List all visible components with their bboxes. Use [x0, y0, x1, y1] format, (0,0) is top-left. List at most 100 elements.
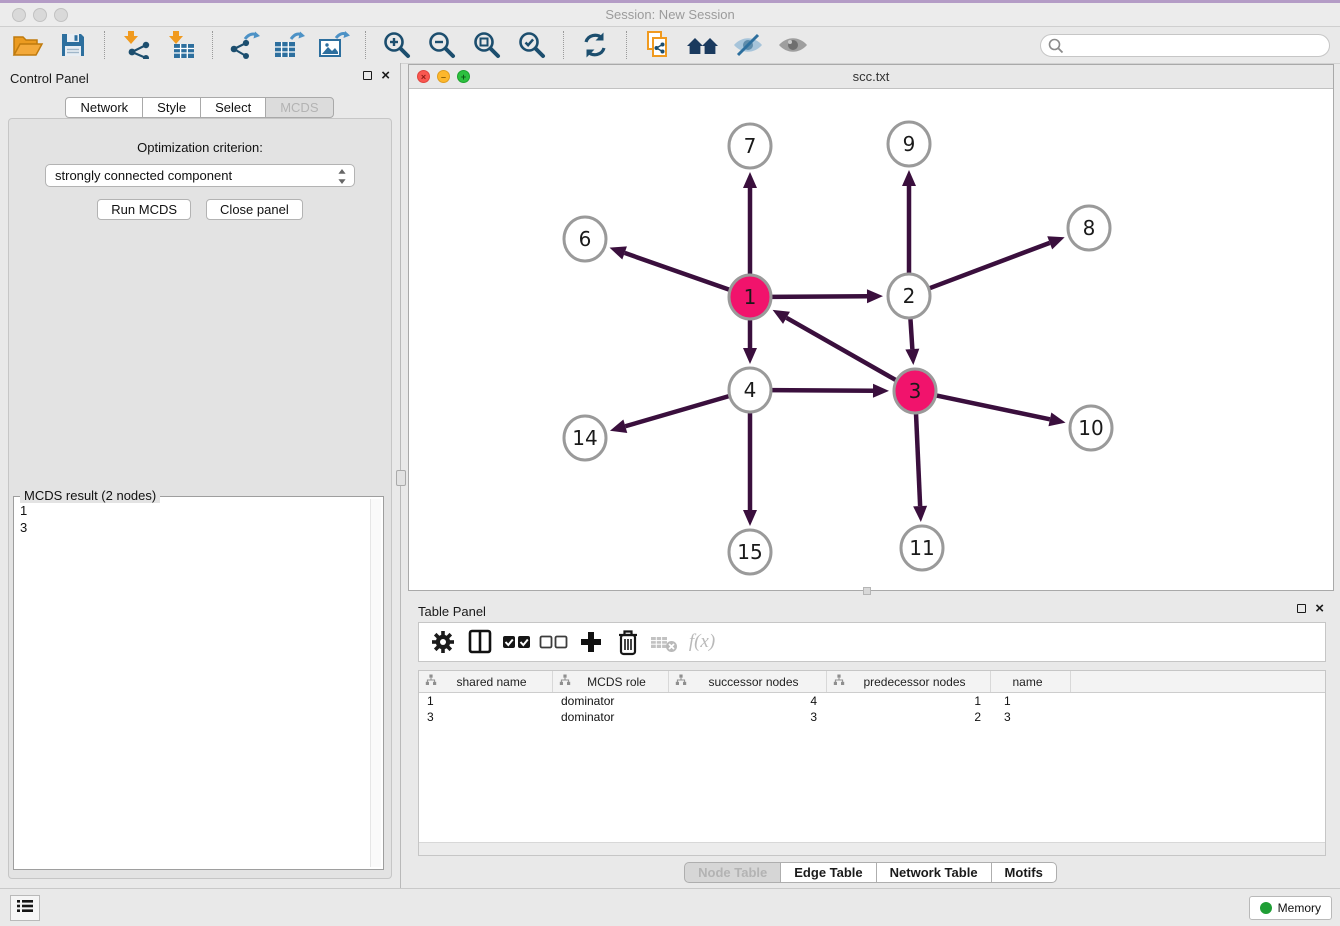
refresh-icon[interactable] [577, 30, 613, 60]
table-row[interactable]: 3 dominator 3 2 3 [419, 709, 1325, 725]
checked-boxes-icon[interactable] [502, 627, 532, 657]
tab-motifs[interactable]: Motifs [991, 862, 1057, 883]
result-scrollbar[interactable] [370, 499, 381, 867]
memory-button[interactable]: Memory [1249, 896, 1332, 920]
edge-arrowhead [905, 349, 919, 365]
delete-table-icon [650, 627, 680, 657]
criterion-select[interactable]: strongly connected component [45, 164, 355, 187]
search-input[interactable] [1040, 34, 1330, 57]
toolbar-separator [563, 31, 564, 59]
column-header-successor-nodes[interactable]: successor nodes [669, 671, 827, 692]
mcds-result-box: MCDS result (2 nodes) 1 3 [13, 496, 384, 870]
cell-name[interactable]: 3 [991, 710, 1071, 724]
main-toolbar [0, 27, 1340, 64]
panel-divider-handle[interactable] [396, 470, 406, 486]
tab-mcds[interactable]: MCDS [265, 97, 333, 118]
tab-select[interactable]: Select [200, 97, 266, 118]
column-label: name [991, 675, 1070, 689]
home-icon[interactable] [685, 30, 721, 60]
cell-name[interactable]: 1 [991, 694, 1071, 708]
node-label-8: 8 [1083, 216, 1096, 240]
edge-1-6[interactable] [625, 253, 731, 290]
node-label-7: 7 [744, 134, 757, 158]
show-eye-icon[interactable] [775, 30, 811, 60]
zoom-selected-icon[interactable] [514, 30, 550, 60]
network-file-icon[interactable] [640, 30, 676, 60]
zoom-fit-icon[interactable] [469, 30, 505, 60]
close-panel-button[interactable]: Close panel [206, 199, 303, 220]
column-label: shared name [437, 675, 552, 689]
open-file-icon[interactable] [10, 30, 46, 60]
edge-arrowhead [867, 289, 883, 303]
float-panel-icon[interactable] [363, 71, 372, 80]
table-header-row: shared name MCDS role successor nodes pr… [419, 671, 1325, 693]
export-image-icon[interactable] [316, 30, 352, 60]
run-mcds-button[interactable]: Run MCDS [97, 199, 191, 220]
tab-network-table[interactable]: Network Table [876, 862, 992, 883]
cell-predecessor-nodes[interactable]: 2 [827, 710, 991, 724]
edge-3-11[interactable] [916, 412, 920, 506]
import-table-icon[interactable] [163, 30, 199, 60]
memory-status-icon [1260, 902, 1272, 914]
import-network-icon[interactable] [118, 30, 154, 60]
gear-icon[interactable] [428, 627, 458, 657]
cell-predecessor-nodes[interactable]: 1 [827, 694, 991, 708]
tab-node-table[interactable]: Node Table [684, 862, 781, 883]
edge-2-8[interactable] [929, 243, 1050, 289]
column-header-predecessor-nodes[interactable]: predecessor nodes [827, 671, 991, 692]
add-column-icon[interactable] [576, 627, 606, 657]
node-label-4: 4 [744, 378, 757, 402]
float-panel-icon[interactable] [1297, 604, 1306, 613]
hide-eye-icon[interactable] [730, 30, 766, 60]
tab-network[interactable]: Network [65, 97, 143, 118]
tab-edge-table[interactable]: Edge Table [780, 862, 876, 883]
column-header-shared-name[interactable]: shared name [419, 671, 553, 692]
close-panel-icon[interactable]: × [1315, 603, 1324, 614]
tab-style[interactable]: Style [142, 97, 201, 118]
cell-mcds-role[interactable]: dominator [553, 710, 669, 724]
node-label-10: 10 [1078, 416, 1103, 440]
network-window-titlebar[interactable]: × – + scc.txt [409, 65, 1333, 89]
table-row[interactable]: 1 dominator 4 1 1 [419, 693, 1325, 709]
edge-3-10[interactable] [936, 395, 1050, 419]
export-table-icon[interactable] [271, 30, 307, 60]
zoom-in-icon[interactable] [379, 30, 415, 60]
zoom-out-icon[interactable] [424, 30, 460, 60]
edge-3-1[interactable] [786, 318, 896, 381]
save-session-icon[interactable] [55, 30, 91, 60]
edge-1-2[interactable] [771, 296, 867, 297]
criterion-value: strongly connected component [55, 168, 232, 183]
column-header-name[interactable]: name [991, 671, 1071, 692]
table-horizontal-scrollbar[interactable] [419, 842, 1325, 855]
export-network-icon[interactable] [226, 30, 262, 60]
function-icon: f(x) [687, 627, 717, 657]
unchecked-boxes-icon[interactable] [539, 627, 569, 657]
cell-shared-name[interactable]: 1 [419, 694, 553, 708]
delete-icon[interactable] [613, 627, 643, 657]
edge-arrowhead [873, 384, 889, 398]
edge-4-14[interactable] [625, 396, 730, 426]
task-history-button[interactable] [10, 895, 40, 921]
edge-2-3[interactable] [910, 317, 912, 349]
network-canvas[interactable]: 7968124314101511 [409, 89, 1333, 590]
window-resize-grip[interactable] [863, 587, 871, 595]
mcds-buttons-row: Run MCDS Close panel [9, 199, 391, 220]
control-panel-title: Control Panel [10, 71, 89, 86]
control-panel-tabs: Network Style Select MCDS [0, 97, 400, 118]
cell-successor-nodes[interactable]: 3 [669, 710, 827, 724]
memory-label: Memory [1278, 901, 1321, 915]
edge-4-3[interactable] [771, 390, 873, 391]
cell-successor-nodes[interactable]: 4 [669, 694, 827, 708]
edge-arrowhead [1047, 236, 1064, 249]
application-window: Session: New Session [0, 0, 1340, 926]
edge-arrowhead [610, 246, 627, 259]
cell-mcds-role[interactable]: dominator [553, 694, 669, 708]
split-columns-icon[interactable] [465, 627, 495, 657]
mcds-tab-content: Optimization criterion: strongly connect… [8, 118, 392, 879]
close-panel-icon[interactable]: × [381, 70, 390, 81]
tree-icon [833, 674, 845, 689]
cell-shared-name[interactable]: 3 [419, 710, 553, 724]
column-header-mcds-role[interactable]: MCDS role [553, 671, 669, 692]
tree-icon [675, 674, 687, 689]
table-panel-title: Table Panel [418, 604, 486, 619]
